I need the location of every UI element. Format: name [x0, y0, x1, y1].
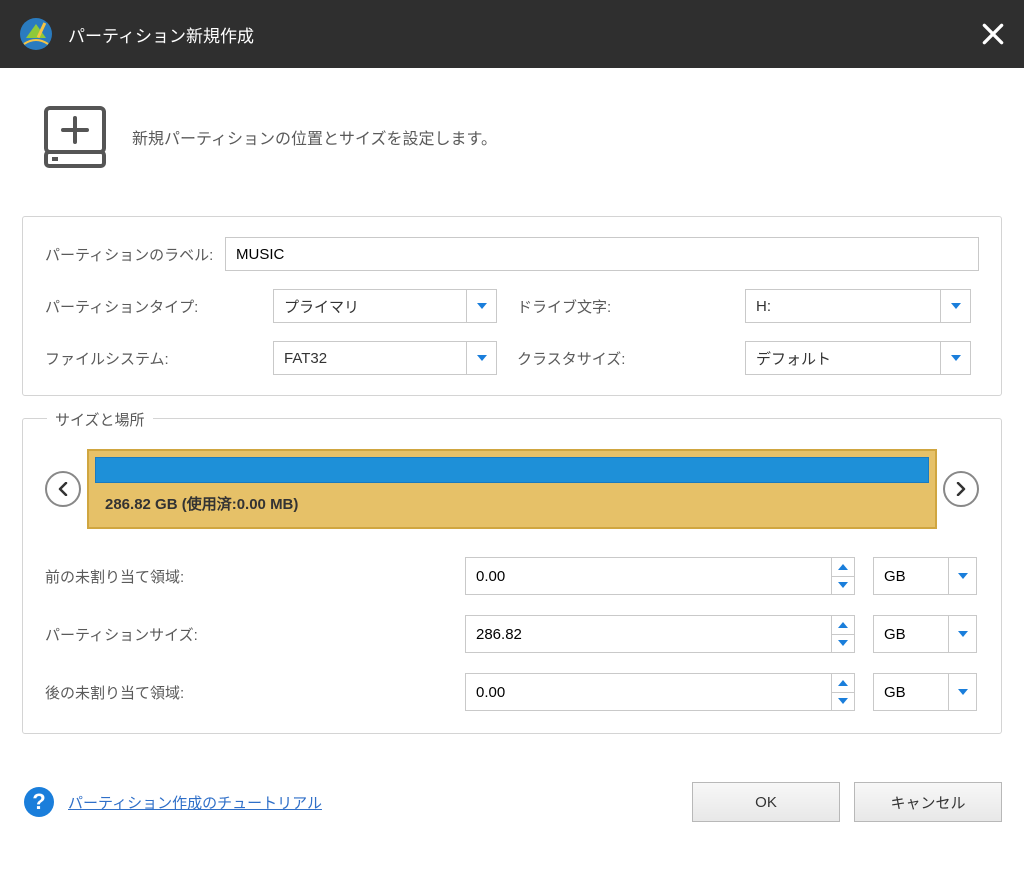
dialog-content: 新規パーティションの位置とサイズを設定します。 パーティションのラベル: パーテ…: [0, 68, 1024, 768]
spin-up-button[interactable]: [832, 616, 854, 635]
unalloc-after-label: 後の未割り当て領域:: [45, 682, 465, 703]
intro-text: 新規パーティションの位置とサイズを設定します。: [132, 125, 497, 149]
next-partition-button[interactable]: [943, 471, 979, 507]
unit-value: GB: [874, 626, 948, 643]
spin-up-button[interactable]: [832, 674, 854, 693]
chevron-down-icon: [948, 616, 976, 652]
titlebar: パーティション新規作成: [0, 0, 1024, 68]
intro-row: 新規パーティションの位置とサイズを設定します。: [40, 102, 1002, 172]
unalloc-before-unit-select[interactable]: GB: [873, 557, 977, 595]
new-partition-icon: [40, 102, 110, 172]
partition-type-select[interactable]: プライマリ: [273, 289, 497, 323]
size-location-legend: サイズと場所: [47, 409, 153, 430]
drive-letter-value: H:: [746, 298, 940, 315]
size-location-fieldset: サイズと場所 286.82 GB (使用済:0.00 MB) 前の未割り当て領域…: [22, 418, 1002, 734]
partition-size-unit-select[interactable]: GB: [873, 615, 977, 653]
filesystem-value: FAT32: [274, 350, 466, 367]
spin-up-button[interactable]: [832, 558, 854, 577]
spin-down-button[interactable]: [832, 693, 854, 711]
partition-type-value: プライマリ: [274, 296, 466, 317]
unalloc-after-unit-select[interactable]: GB: [873, 673, 977, 711]
unalloc-before-label: 前の未割り当て領域:: [45, 566, 465, 587]
chevron-down-icon: [466, 290, 496, 322]
spin-down-button[interactable]: [832, 635, 854, 653]
partition-size-label: パーティションサイズ:: [45, 624, 465, 645]
unalloc-before-spinner[interactable]: [465, 557, 855, 595]
unit-value: GB: [874, 568, 948, 585]
filesystem-label: ファイルシステム:: [45, 348, 273, 369]
close-button[interactable]: [980, 21, 1006, 47]
cluster-size-label: クラスタサイズ:: [517, 348, 745, 369]
tutorial-link[interactable]: パーティション作成のチュートリアル: [68, 792, 322, 813]
filesystem-select[interactable]: FAT32: [273, 341, 497, 375]
drive-letter-label: ドライブ文字:: [517, 296, 745, 317]
cancel-button[interactable]: キャンセル: [854, 782, 1002, 822]
cluster-size-select[interactable]: デフォルト: [745, 341, 971, 375]
partition-size-input[interactable]: [466, 616, 831, 652]
partition-used-fill: [95, 457, 929, 483]
disk-visual-row: 286.82 GB (使用済:0.00 MB): [45, 449, 979, 529]
partition-settings: パーティションのラベル: パーティションタイプ: プライマリ ドライブ文字: H…: [22, 216, 1002, 396]
chevron-down-icon: [940, 342, 970, 374]
partition-label-label: パーティションのラベル:: [45, 244, 225, 265]
partition-bar-label: 286.82 GB (使用済:0.00 MB): [95, 493, 929, 514]
chevron-down-icon: [466, 342, 496, 374]
partition-label-input[interactable]: [225, 237, 979, 271]
ok-button[interactable]: OK: [692, 782, 840, 822]
chevron-down-icon: [940, 290, 970, 322]
chevron-down-icon: [948, 674, 976, 710]
help-icon: ?: [22, 785, 56, 819]
window-title: パーティション新規作成: [68, 22, 254, 47]
cluster-size-value: デフォルト: [746, 348, 940, 369]
partition-size-spinner[interactable]: [465, 615, 855, 653]
spin-down-button[interactable]: [832, 577, 854, 595]
unalloc-after-spinner[interactable]: [465, 673, 855, 711]
dialog-footer: ? パーティション作成のチュートリアル OK キャンセル: [0, 768, 1024, 828]
partition-size-bar[interactable]: 286.82 GB (使用済:0.00 MB): [87, 449, 937, 529]
unalloc-after-input[interactable]: [466, 674, 831, 710]
unit-value: GB: [874, 684, 948, 701]
drive-letter-select[interactable]: H:: [745, 289, 971, 323]
chevron-down-icon: [948, 558, 976, 594]
partition-type-label: パーティションタイプ:: [45, 296, 273, 317]
unalloc-before-input[interactable]: [466, 558, 831, 594]
app-icon: [18, 16, 54, 52]
prev-partition-button[interactable]: [45, 471, 81, 507]
svg-text:?: ?: [32, 789, 45, 814]
